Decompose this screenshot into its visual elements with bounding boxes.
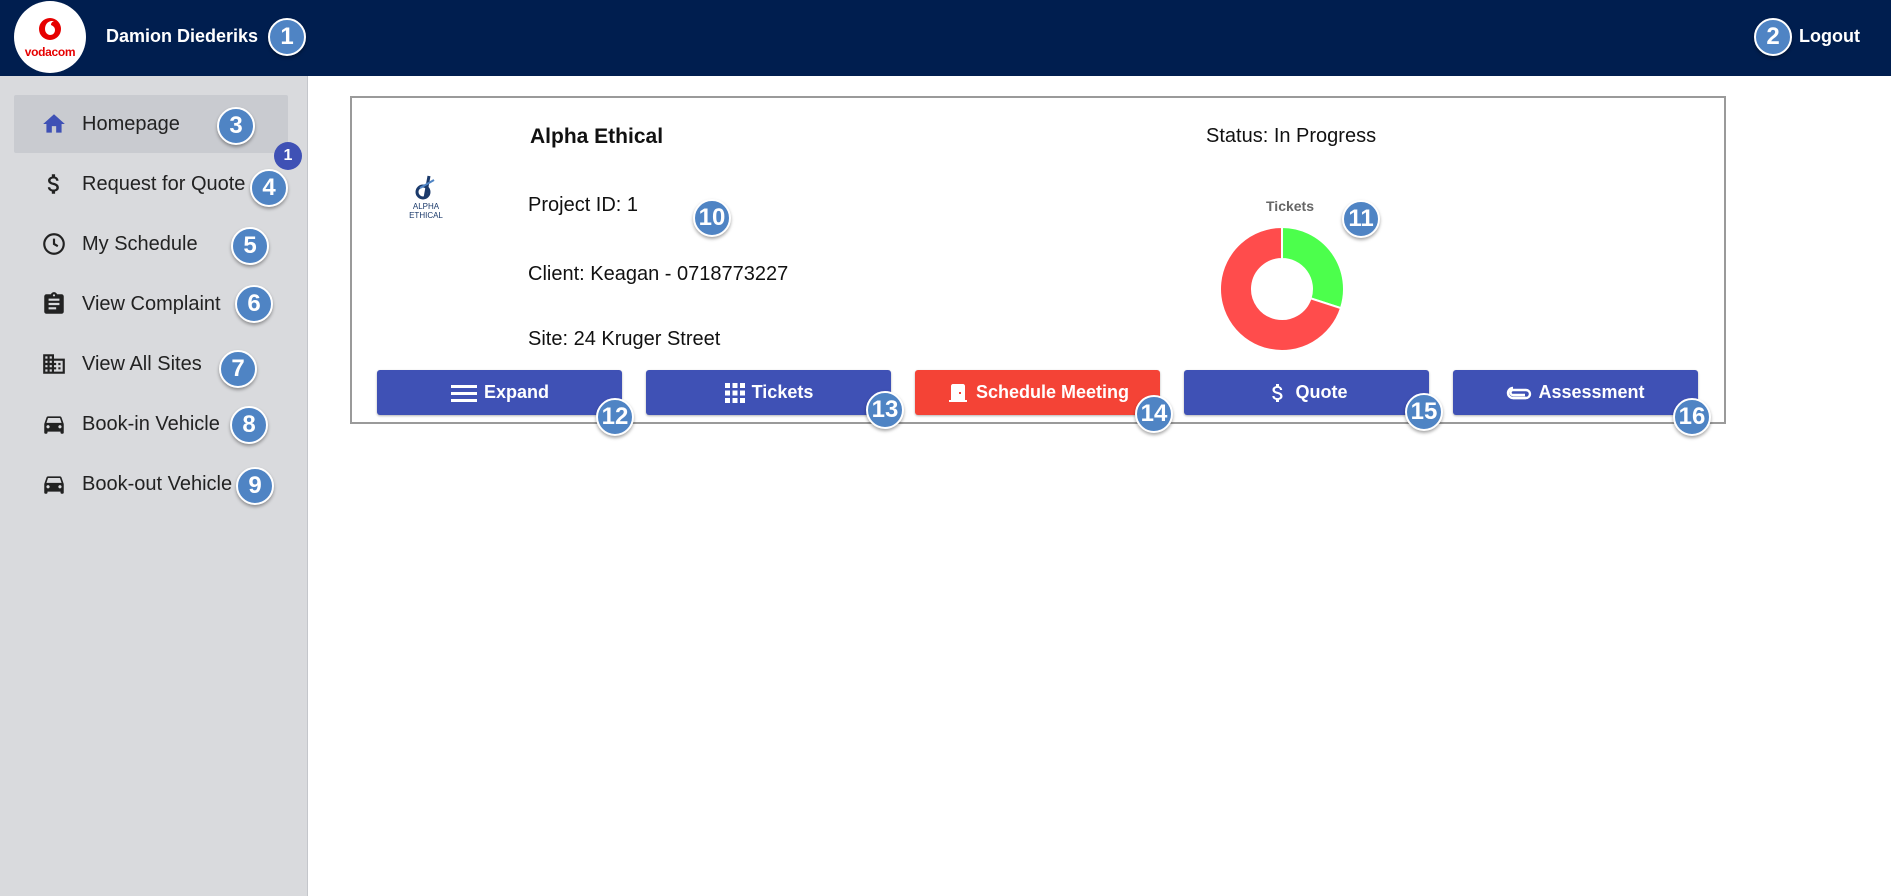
quote-notification-badge: 1: [274, 142, 302, 170]
brand-name: vodacom: [24, 45, 76, 59]
building-icon: [40, 350, 68, 378]
expand-button[interactable]: Expand: [377, 370, 622, 415]
alpha-ethical-logo-icon: [415, 175, 435, 200]
marker-6: 6: [235, 285, 273, 323]
marker-16: 16: [1673, 398, 1711, 436]
marker-4: 4: [250, 169, 288, 207]
project-client: Client: Keagan - 0718773227: [528, 263, 789, 285]
expand-button-label: Expand: [483, 382, 549, 402]
sidebar-item-label: View All Sites: [82, 352, 202, 375]
vodacom-logo: vodacom: [14, 1, 86, 73]
project-card: ALPHA ETHICAL Alpha Ethical Project ID: …: [350, 96, 1726, 424]
car-icon: [40, 410, 68, 438]
tickets-button[interactable]: Tickets: [646, 370, 891, 415]
project-status: Status: In Progress: [1206, 125, 1377, 147]
marker-14: 14: [1135, 395, 1173, 433]
marker-12: 12: [596, 398, 634, 436]
project-logo-text: ALPHA ETHICAL: [409, 202, 443, 220]
marker-7: 7: [219, 350, 257, 388]
schedule-meeting-button[interactable]: Schedule Meeting: [915, 370, 1160, 415]
menu-icon: [450, 382, 478, 404]
grid-icon: [724, 382, 746, 404]
marker-2: 2: [1754, 18, 1792, 56]
tickets-donut-chart: [1219, 225, 1345, 352]
clock-icon: [40, 230, 68, 258]
sidebar-item-label: Request for Quote: [82, 172, 246, 195]
project-id: Project ID: 1: [528, 194, 639, 216]
marker-10: 10: [693, 199, 731, 237]
sidebar-item-label: My Schedule: [82, 232, 198, 255]
sidebar-item-label: Book-out Vehicle: [82, 472, 233, 495]
marker-9: 9: [236, 467, 274, 505]
chart-title: Tickets: [1266, 198, 1314, 214]
home-icon: [40, 110, 68, 138]
assessment-button[interactable]: Assessment: [1453, 370, 1698, 415]
vodacom-logo-mark-icon: [39, 18, 61, 40]
car-icon: [40, 470, 68, 498]
marker-8: 8: [230, 406, 268, 444]
marker-15: 15: [1405, 393, 1443, 431]
quote-button[interactable]: Quote: [1184, 370, 1429, 415]
clipboard-icon: [40, 290, 68, 318]
marker-13: 13: [866, 391, 904, 429]
dollar-icon: [40, 170, 68, 198]
sidebar-item-label: View Complaint: [82, 292, 221, 315]
paperclip-icon: [1506, 383, 1532, 403]
sidebar-item-label: Homepage: [82, 112, 180, 135]
tickets-button-label: Tickets: [751, 382, 814, 402]
marker-3: 3: [217, 107, 255, 145]
schedule-meeting-button-label: Schedule Meeting: [975, 382, 1130, 402]
marker-1: 1: [268, 18, 306, 56]
quote-button-label: Quote: [1295, 382, 1348, 402]
dollar-icon: [1266, 381, 1290, 405]
sidebar-item-request-for-quote[interactable]: Request for Quote: [14, 155, 288, 213]
assessment-button-label: Assessment: [1538, 382, 1645, 402]
marker-11: 11: [1342, 200, 1380, 238]
donut-slice-0: [1281, 225, 1345, 310]
sidebar-item-label: Book-in Vehicle: [82, 412, 220, 435]
project-site: Site: 24 Kruger Street: [528, 328, 721, 350]
marker-5: 5: [231, 227, 269, 265]
project-company-name: Alpha Ethical: [530, 125, 664, 148]
logout-button[interactable]: Logout: [1799, 26, 1860, 47]
project-logo: ALPHA ETHICAL: [396, 170, 456, 220]
user-name: Damion Diederiks: [106, 26, 259, 46]
door-icon: [946, 381, 970, 405]
